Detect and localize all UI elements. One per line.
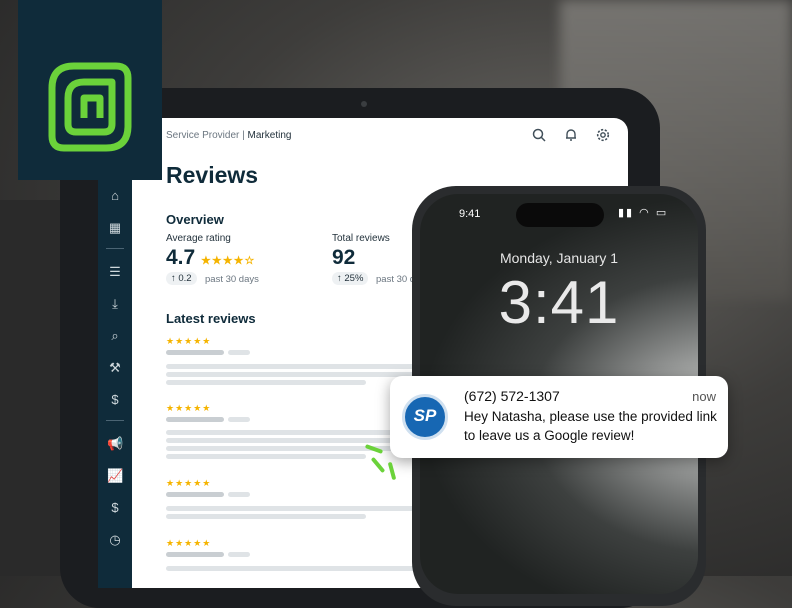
review-text-placeholder (166, 514, 366, 519)
notification-message: Hey Natasha, please use the provided lin… (464, 409, 717, 443)
sidebar-divider (106, 420, 124, 421)
sidebar: ⌂ ▦ ☰ ⤓ ⌕ ⚒ $ 📢 📈 $ ◷ (98, 118, 132, 588)
brand-logo-icon (48, 62, 132, 152)
review-date-placeholder (228, 350, 250, 355)
latest-reviews-heading: Latest reviews (166, 311, 256, 326)
invoice-icon[interactable]: $ (107, 500, 123, 516)
page-title: Reviews (166, 162, 259, 188)
search-zoom-icon[interactable]: ⌕ (107, 328, 123, 344)
total-reviews-label: Total reviews (332, 233, 390, 244)
review-stars: ★★★★★ (166, 336, 212, 346)
notification-time: now (692, 389, 716, 404)
sender-avatar: SP (402, 394, 448, 440)
review-stars: ★★★★★ (166, 403, 212, 413)
total-reviews-value: 92 (332, 246, 356, 269)
breadcrumb-page: Marketing (247, 130, 292, 141)
lock-screen-time: 3:41 (498, 269, 620, 336)
review-author-placeholder (166, 350, 224, 355)
average-rating-number: 4.7 (166, 246, 196, 269)
average-rating-label: Average rating (166, 233, 231, 244)
review-author-placeholder (166, 492, 224, 497)
dollar-doc-icon[interactable]: $ (107, 392, 123, 408)
reviews-change-badge: ↑ 25% (332, 272, 369, 285)
review-text-placeholder (166, 372, 416, 377)
home-icon[interactable]: ⌂ (107, 188, 123, 204)
review-author-placeholder (166, 552, 224, 557)
review-author-placeholder (166, 417, 224, 422)
download-icon[interactable]: ⤓ (107, 296, 123, 312)
megaphone-icon[interactable]: 📢 (107, 436, 123, 452)
breadcrumb: Service Provider | Marketing (166, 130, 291, 141)
review-text-placeholder (166, 380, 366, 385)
review-date-placeholder (228, 492, 250, 497)
sms-notification[interactable]: SP (672) 572-1307 now Hey Natasha, pleas… (390, 376, 728, 458)
review-text-placeholder (166, 506, 416, 511)
review-stars: ★★★★★ (166, 478, 212, 488)
calendar-icon[interactable]: ▦ (107, 220, 123, 236)
rating-change-badge: ↑ 0.2 (166, 272, 197, 285)
review-text-placeholder (166, 430, 416, 435)
review-text-placeholder (166, 566, 416, 571)
list-icon[interactable]: ☰ (107, 264, 123, 280)
sidebar-divider (106, 248, 124, 249)
overview-heading: Overview (166, 212, 224, 227)
breadcrumb-section[interactable]: Service Provider (166, 130, 239, 141)
notification-sender: (672) 572-1307 (464, 388, 560, 404)
review-stars: ★★★★★ (166, 538, 212, 548)
review-date-placeholder (228, 417, 250, 422)
sender-avatar-text: SP (413, 406, 437, 425)
chart-icon[interactable]: 📈 (107, 468, 123, 484)
rating-change-note: past 30 days (205, 274, 259, 285)
clock-icon[interactable]: ◷ (107, 532, 123, 548)
review-date-placeholder (228, 552, 250, 557)
breadcrumb-separator: | (242, 130, 245, 141)
bell-icon[interactable] (564, 128, 578, 145)
average-rating-value: 4.7 ★★★★☆ (166, 246, 255, 270)
logo-banner (18, 0, 162, 180)
gear-icon[interactable] (596, 128, 610, 145)
rating-stars: ★★★★☆ (201, 255, 256, 267)
search-icon[interactable] (532, 128, 546, 145)
review-text-placeholder (166, 454, 366, 459)
tablet-camera (361, 101, 367, 107)
phone-status-icons: ▮▮ ◠ ▭ (618, 207, 669, 219)
phone-status-time: 9:41 (459, 208, 481, 220)
dynamic-island (516, 203, 604, 227)
reviews-change-note: past 30 d (376, 274, 416, 285)
review-text-placeholder (166, 364, 416, 369)
lock-screen-date: Monday, January 1 (499, 250, 619, 266)
review-text-placeholder (166, 438, 416, 443)
hammer-icon[interactable]: ⚒ (107, 360, 123, 376)
